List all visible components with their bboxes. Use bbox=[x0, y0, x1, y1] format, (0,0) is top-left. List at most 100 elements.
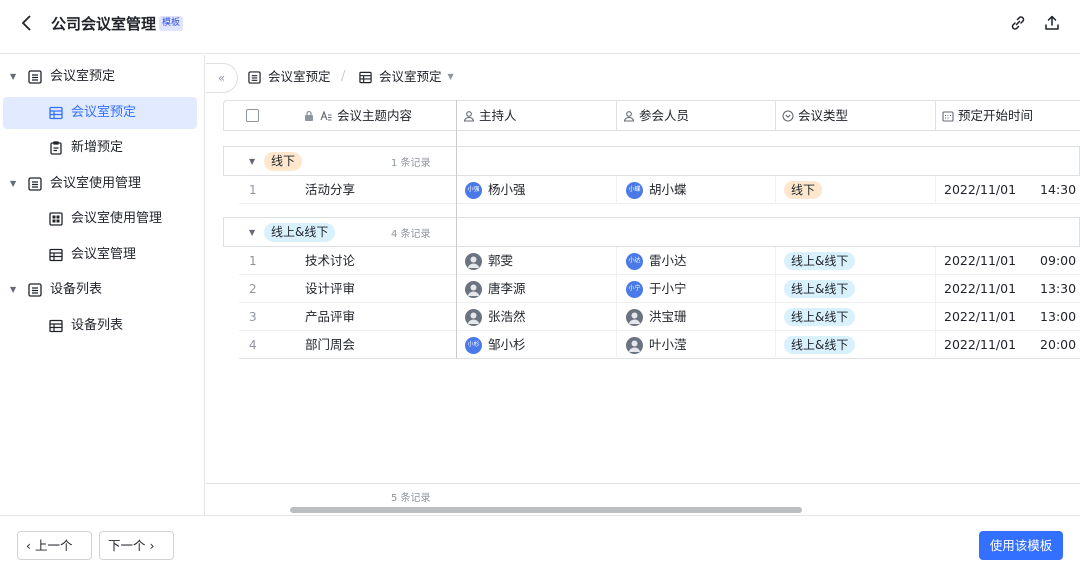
page-title: 公司会议室管理 bbox=[51, 15, 157, 33]
start-time-cell[interactable]: 2022/11/01 20:00 bbox=[936, 331, 1080, 359]
link-icon[interactable] bbox=[1009, 14, 1027, 32]
group-label: 线下 bbox=[264, 151, 303, 171]
breadcrumb-table-label: 会议室预定 bbox=[268, 69, 331, 84]
topic-cell[interactable]: 部门周会 bbox=[297, 331, 457, 359]
attendee-cell[interactable]: 小达 雷小达 bbox=[617, 247, 776, 275]
group-header-online-offline[interactable]: ▼ 线上&线下 4 条记录 bbox=[223, 217, 1080, 247]
attendee-cell[interactable]: 洪宝珊 bbox=[617, 303, 776, 331]
group-count: 1 条记录 bbox=[391, 157, 431, 169]
meeting-type-tag: 线上&线下 bbox=[784, 252, 856, 270]
meeting-type-cell[interactable]: 线上&线下 bbox=[776, 247, 936, 275]
back-button[interactable] bbox=[20, 13, 40, 35]
host-cell[interactable]: 郭雯 bbox=[457, 247, 617, 275]
start-time-cell[interactable]: 2022/11/01 09:00 bbox=[936, 247, 1080, 275]
attendee-cell[interactable]: 小蝶 胡小蝶 bbox=[617, 176, 776, 204]
column-header-label: 主持人 bbox=[479, 108, 517, 123]
select-all-checkbox[interactable] bbox=[246, 109, 259, 122]
grid-footer: 5 条记录 bbox=[206, 483, 1080, 515]
sidebar-item-device-list[interactable]: 设备列表 bbox=[3, 310, 197, 342]
topic-cell[interactable]: 设计评审 bbox=[297, 275, 457, 303]
host-name: 杨小强 bbox=[488, 182, 526, 197]
grid-view-icon bbox=[49, 319, 63, 333]
start-date: 2022/11/01 bbox=[944, 309, 1017, 324]
person-icon bbox=[463, 110, 475, 122]
row-number: 2 bbox=[249, 282, 257, 296]
prev-button[interactable]: ‹ 上一个 bbox=[17, 531, 92, 560]
prev-button-label: 上一个 bbox=[34, 538, 73, 553]
breadcrumb-separator: / bbox=[341, 69, 346, 84]
start-date: 2022/11/01 bbox=[944, 337, 1017, 352]
sidebar-item-label: 会议室使用管理 bbox=[50, 176, 142, 191]
next-button[interactable]: 下一个 › bbox=[99, 531, 174, 560]
column-header-label: 预定开始时间 bbox=[958, 108, 1034, 123]
sidebar-item-label: 会议室管理 bbox=[71, 247, 137, 262]
sidebar-item-room-usage-table[interactable]: ▼ 会议室使用管理 bbox=[10, 168, 196, 200]
start-time: 13:00 bbox=[1040, 309, 1077, 324]
double-chevron-left-icon: « bbox=[217, 71, 226, 85]
sidebar-item-label: 设备列表 bbox=[71, 318, 124, 333]
attendee-cell[interactable]: 小宁 于小宁 bbox=[617, 275, 776, 303]
sidebar-item-device-table[interactable]: ▼ 设备列表 bbox=[10, 274, 196, 306]
attendee-cell[interactable]: 叶小滢 bbox=[617, 331, 776, 359]
start-time-cell[interactable]: 2022/11/01 13:00 bbox=[936, 303, 1080, 331]
dashboard-icon bbox=[49, 212, 63, 226]
sidebar-item-room-booking-view[interactable]: 会议室预定 bbox=[3, 97, 197, 129]
column-header-attendees[interactable]: 参会人员 bbox=[617, 100, 776, 131]
caret-down-icon[interactable]: ▼ bbox=[10, 168, 20, 200]
sidebar: ▼ 会议室预定 会议室预定 新增预定 ▼ 会议室使用管理 会议室使用管理 会议室… bbox=[0, 55, 205, 515]
topic-cell[interactable]: 产品评审 bbox=[297, 303, 457, 331]
horizontal-scrollbar[interactable] bbox=[290, 507, 802, 513]
sidebar-item-room-management[interactable]: 会议室管理 bbox=[3, 239, 197, 271]
chevron-left-icon: ‹ bbox=[26, 538, 31, 553]
view-selector[interactable]: 会议室预定 ▼ bbox=[359, 67, 454, 87]
avatar bbox=[465, 308, 482, 326]
meeting-type-cell[interactable]: 线上&线下 bbox=[776, 331, 936, 359]
group-header-offline[interactable]: ▼ 线下 1 条记录 bbox=[223, 146, 1080, 176]
collapse-sidebar-button[interactable]: « bbox=[206, 63, 238, 93]
meeting-type-cell[interactable]: 线上&线下 bbox=[776, 303, 936, 331]
table-row[interactable]: 3 产品评审 张浩然 洪宝珊 线上&线下 2022/11/01 13:00 bbox=[239, 303, 1080, 331]
column-header-topic[interactable]: 会议主题内容 bbox=[297, 100, 457, 131]
caret-down-icon[interactable]: ▼ bbox=[249, 228, 255, 237]
column-header-start-time[interactable]: 预定开始时间 bbox=[936, 100, 1080, 131]
meeting-type-cell[interactable]: 线上&线下 bbox=[776, 275, 936, 303]
host-cell[interactable]: 小强 杨小强 bbox=[457, 176, 617, 204]
host-cell[interactable]: 唐李源 bbox=[457, 275, 617, 303]
caret-down-icon[interactable]: ▼ bbox=[10, 61, 20, 93]
attendee-name: 胡小蝶 bbox=[649, 182, 687, 197]
start-time: 13:30 bbox=[1040, 281, 1077, 296]
start-time-cell[interactable]: 2022/11/01 13:30 bbox=[936, 275, 1080, 303]
sidebar-item-new-booking[interactable]: 新增预定 bbox=[3, 132, 197, 164]
host-cell[interactable]: 小杉 邹小杉 bbox=[457, 331, 617, 359]
avatar: 小宁 bbox=[626, 280, 643, 298]
column-header-meeting-type[interactable]: 会议类型 bbox=[776, 100, 936, 131]
row-number: 1 bbox=[249, 254, 257, 268]
meeting-type-tag: 线上&线下 bbox=[784, 280, 856, 298]
start-time-cell[interactable]: 2022/11/01 14:30 bbox=[936, 176, 1080, 204]
breadcrumb-table[interactable]: 会议室预定 bbox=[248, 67, 331, 87]
start-time: 20:00 bbox=[1040, 337, 1077, 352]
table-row[interactable]: 4 部门周会 小杉 邹小杉 叶小滢 线上&线下 2022/11/01 20:00 bbox=[239, 331, 1080, 359]
topic-cell[interactable]: 活动分享 bbox=[297, 176, 457, 204]
calendar-icon bbox=[942, 110, 954, 122]
caret-down-icon[interactable]: ▼ bbox=[249, 157, 255, 166]
table-row[interactable]: 1 活动分享 小强 杨小强 小蝶 胡小蝶 线下 2022/11/01 14:30 bbox=[239, 176, 1080, 204]
caret-down-icon[interactable]: ▼ bbox=[10, 274, 20, 306]
table-row[interactable]: 2 设计评审 唐李源 小宁 于小宁 线上&线下 2022/11/01 13:30 bbox=[239, 275, 1080, 303]
group-label: 线上&线下 bbox=[264, 222, 336, 242]
share-icon[interactable] bbox=[1043, 14, 1061, 32]
form-icon bbox=[50, 141, 62, 155]
table-row[interactable]: 1 技术讨论 郭雯 小达 雷小达 线上&线下 2022/11/01 09:00 bbox=[239, 247, 1080, 275]
host-name: 邹小杉 bbox=[488, 337, 526, 352]
sidebar-item-label: 会议室预定 bbox=[71, 105, 137, 120]
use-template-button[interactable]: 使用该模板 bbox=[979, 531, 1063, 560]
sidebar-item-room-booking-table[interactable]: ▼ 会议室预定 bbox=[10, 61, 196, 93]
host-cell[interactable]: 张浩然 bbox=[457, 303, 617, 331]
meeting-type-cell[interactable]: 线下 bbox=[776, 176, 936, 204]
start-date: 2022/11/01 bbox=[944, 253, 1017, 268]
topic-cell[interactable]: 技术讨论 bbox=[297, 247, 457, 275]
host-name: 张浩然 bbox=[488, 309, 526, 324]
column-header-host[interactable]: 主持人 bbox=[457, 100, 617, 131]
avatar bbox=[465, 252, 482, 270]
sidebar-item-room-usage-dashboard[interactable]: 会议室使用管理 bbox=[3, 203, 197, 235]
